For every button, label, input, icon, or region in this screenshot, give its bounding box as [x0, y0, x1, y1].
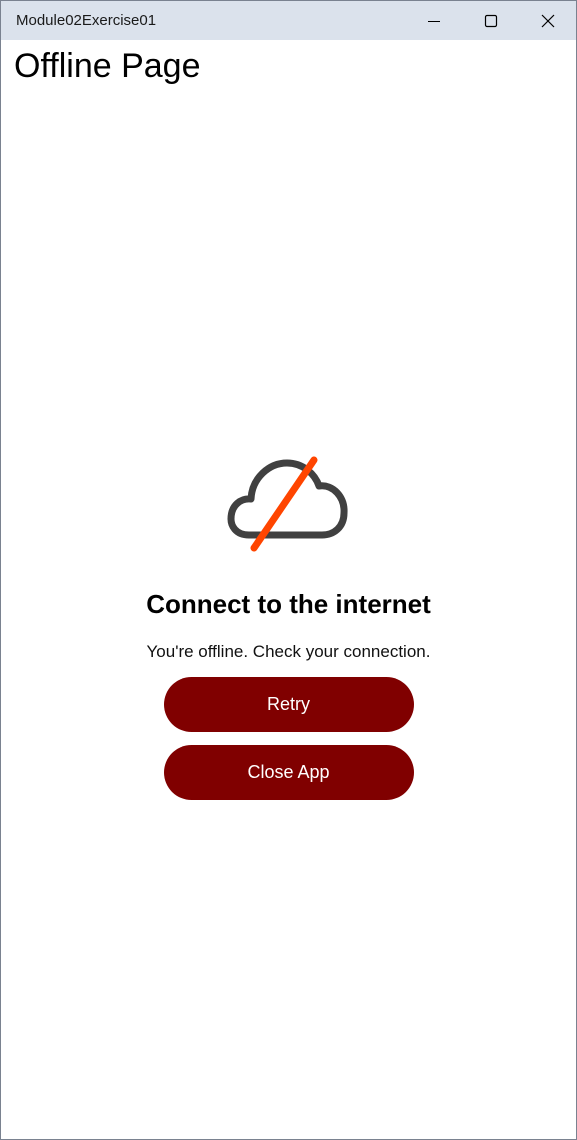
window-title: Module02Exercise01 — [16, 12, 157, 29]
close-icon — [541, 14, 554, 27]
minimize-button[interactable] — [405, 1, 462, 40]
cloud-offline-icon — [227, 456, 348, 552]
title-bar[interactable]: Module02Exercise01 — [1, 1, 576, 40]
app-window: Module02Exercise01 Offline Page Connect … — [0, 0, 577, 1140]
close-button[interactable] — [519, 1, 576, 40]
retry-button[interactable]: Retry — [163, 677, 414, 732]
offline-heading: Connect to the internet — [146, 589, 431, 619]
minimize-icon — [427, 20, 440, 22]
maximize-icon — [484, 14, 497, 27]
close-app-button[interactable]: Close App — [163, 745, 414, 800]
page-title: Offline Page — [14, 47, 201, 85]
maximize-button[interactable] — [462, 1, 519, 40]
offline-panel: Connect to the internet You're offline. … — [1, 453, 576, 800]
offline-message: You're offline. Check your connection. — [146, 642, 431, 661]
